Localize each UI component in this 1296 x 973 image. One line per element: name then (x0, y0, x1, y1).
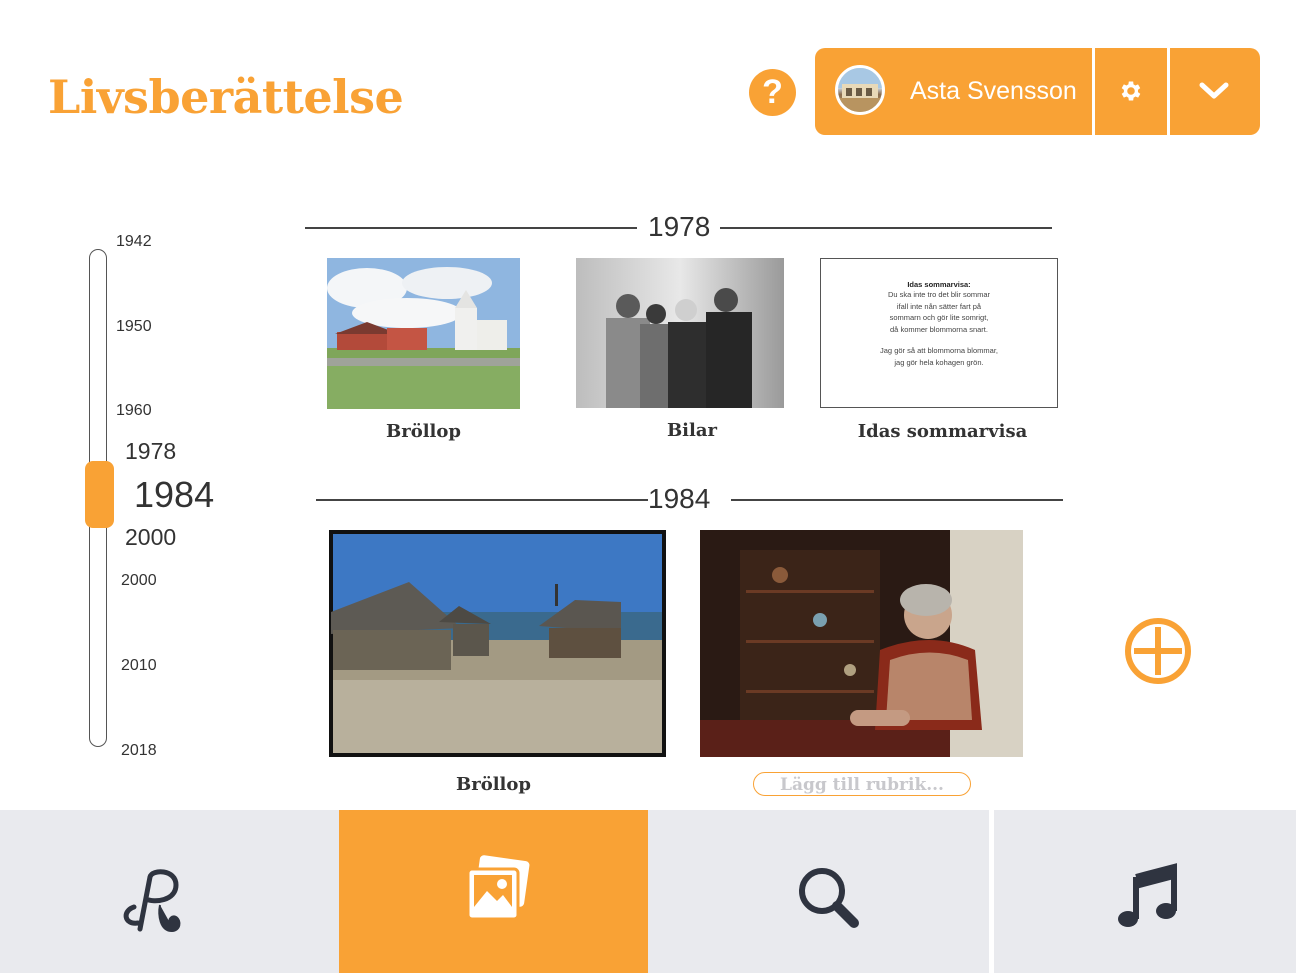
photo-card[interactable] (329, 530, 666, 757)
text-card-line: Du ska inte tro det blir sommar (887, 290, 991, 299)
user-name: Asta Svensson (910, 77, 1077, 105)
timeline-tick[interactable]: 2018 (121, 742, 157, 760)
photo-card[interactable] (700, 530, 1023, 757)
user-bar: Asta Svensson (815, 48, 1260, 135)
timeline-tick[interactable]: 1950 (116, 318, 152, 336)
text-card[interactable]: Idas sommarvisa: Du ska inte tro det bli… (820, 258, 1058, 408)
add-caption-input[interactable]: Lägg till rubrik... (753, 772, 971, 796)
text-card-line: jag gör hela kohagen grön. (894, 357, 984, 367)
avatar-image (838, 68, 882, 112)
photo-card[interactable] (327, 258, 520, 409)
music-icon (1118, 863, 1177, 927)
text-card-title: Idas sommarvisa: (907, 280, 971, 289)
nav-tab-photos[interactable] (339, 810, 648, 973)
timeline-tick[interactable]: 2000 (121, 572, 157, 590)
photo-caption[interactable]: Bilar (586, 420, 798, 441)
section-year-heading: 1984 (648, 483, 711, 514)
section-year-heading: 1978 (648, 211, 711, 242)
timeline-prev-year[interactable]: 1978 (125, 438, 176, 465)
timeline-slider-handle[interactable] (85, 461, 114, 528)
app-title: Livsberättelse (48, 70, 404, 124)
text-card-line: då kommer blommorna snart. (890, 324, 988, 334)
group-photo (576, 258, 784, 408)
user-menu-dropdown[interactable] (1170, 48, 1260, 135)
section-divider (731, 499, 1063, 501)
text-caption[interactable]: Idas sommarvisa (820, 421, 1065, 442)
church-photo (327, 258, 520, 409)
nav-tab-search[interactable] (648, 810, 989, 973)
section-divider (316, 499, 648, 501)
question-icon: ? (762, 73, 783, 111)
p-monogram-icon (123, 869, 181, 933)
text-card-line: sommarn och gör lite somrigt, (889, 313, 989, 323)
gear-icon (1121, 81, 1141, 101)
photos-icon (466, 855, 530, 921)
user-profile-button[interactable]: Asta Svensson (815, 48, 1092, 135)
timeline-tick[interactable]: 2010 (121, 657, 157, 675)
chevron-down-icon (1199, 82, 1229, 99)
timeline-tick[interactable]: 1942 (116, 233, 152, 251)
timeline-next-year[interactable]: 2000 (125, 524, 176, 551)
nav-tab-story[interactable] (0, 810, 339, 973)
section-divider (720, 227, 1052, 229)
text-card-line: Jag gör så att blommorna blommar, (880, 346, 998, 356)
photo-card[interactable] (576, 258, 784, 408)
timeline-tick[interactable]: 1960 (116, 402, 152, 420)
help-button[interactable]: ? (749, 69, 796, 116)
fishing-huts-photo (331, 534, 662, 753)
timeline-current-year: 1984 (134, 474, 215, 515)
woman-cabinet-photo (700, 530, 1023, 757)
settings-button[interactable] (1095, 48, 1167, 135)
avatar (835, 65, 885, 115)
section-divider (305, 227, 637, 229)
nav-tab-music[interactable] (994, 810, 1296, 973)
text-card-line: ifall inte nån sätter fart på (896, 301, 982, 311)
photo-caption[interactable]: Bröllop (327, 421, 520, 442)
add-circle-icon[interactable] (1124, 617, 1192, 685)
search-icon (799, 868, 859, 928)
photo-caption[interactable]: Bröllop (329, 774, 658, 795)
